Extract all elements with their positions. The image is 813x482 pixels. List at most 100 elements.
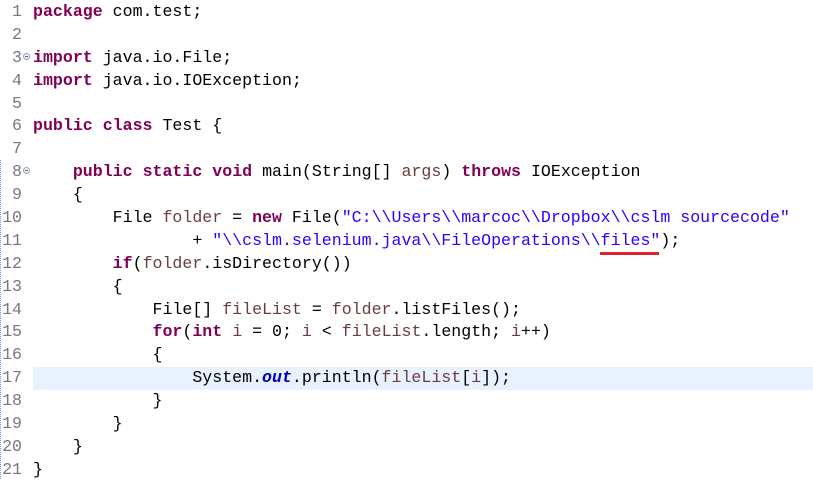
fold-collapse-icon[interactable] xyxy=(23,167,30,175)
line-number: 1 xyxy=(12,2,22,21)
token-var: args xyxy=(401,162,442,182)
code-line[interactable]: 20 } xyxy=(0,436,813,459)
line-number: 16 xyxy=(2,345,22,365)
code-line[interactable]: 10 File folder = new File("C:\\Users\\ma… xyxy=(0,207,813,230)
code-line[interactable]: 17 System.out.println(fileList[i]); xyxy=(0,367,813,391)
token-kw: public xyxy=(72,162,133,182)
code-text: public static void main(String[] args) t… xyxy=(33,161,813,184)
token-kw: static xyxy=(142,162,203,182)
token-plain: .listFiles(); xyxy=(391,299,521,319)
token-var: i xyxy=(301,322,312,342)
line-number: 7 xyxy=(12,139,22,159)
token-plain: } xyxy=(33,391,163,411)
token-var: folder xyxy=(331,299,392,319)
token-var: i xyxy=(511,322,522,342)
token-plain: } xyxy=(33,414,123,434)
line-number: 17 xyxy=(2,368,22,388)
token-plain: .println( xyxy=(291,368,382,388)
line-number: 15 xyxy=(2,322,22,342)
token-fld: out xyxy=(262,368,292,388)
code-text: package com.test; xyxy=(33,1,813,24)
token-plain: = xyxy=(301,299,332,319)
token-plain: IOException xyxy=(521,162,641,182)
token-var: i xyxy=(232,322,243,342)
token-kw: public xyxy=(33,116,93,136)
token-plain: java.io.File; xyxy=(92,47,233,67)
code-text: } xyxy=(33,390,813,413)
code-line[interactable]: 4 import java.io.IOException; xyxy=(0,70,813,93)
code-line[interactable]: 7 xyxy=(0,138,813,161)
token-plain: File[] xyxy=(33,299,223,319)
code-line[interactable]: 3 import java.io.File; xyxy=(0,47,813,70)
token-kw: import xyxy=(33,47,93,67)
code-text: } xyxy=(33,436,813,459)
code-editor[interactable]: 1 package com.test; 2 3 import java.io.File;… xyxy=(0,1,813,482)
line-number: 3 xyxy=(12,47,22,67)
code-line[interactable]: 8 public static void main(String[] args)… xyxy=(0,161,813,184)
token-kw: new xyxy=(252,208,282,228)
token-plain: ) xyxy=(441,162,462,182)
fold-collapse-icon[interactable] xyxy=(23,52,30,60)
token-var: fileList xyxy=(341,322,422,342)
code-line[interactable]: 18 } xyxy=(0,390,813,413)
code-line[interactable]: 6 public class Test { xyxy=(0,115,813,138)
code-line[interactable]: 11 + "\\cslm.selenium.java\\FileOperatio… xyxy=(0,230,813,253)
code-text: for(int i = 0; i < fileList.length; i++) xyxy=(33,321,813,344)
line-number: 18 xyxy=(2,391,22,411)
token-plain: ( xyxy=(182,322,193,342)
code-text: if(folder.isDirectory()) xyxy=(33,253,813,276)
code-line[interactable]: 5 xyxy=(0,93,813,116)
error-underline xyxy=(600,252,659,255)
line-number: 5 xyxy=(12,93,22,113)
token-plain: ++) xyxy=(521,322,551,342)
token-str: "C:\\Users\\marcoc\\Dropbox\\cslm source… xyxy=(341,208,790,228)
code-line[interactable]: 21} xyxy=(0,459,813,482)
code-line[interactable]: 16 { xyxy=(0,344,813,367)
code-line[interactable]: 13 { xyxy=(0,276,813,299)
token-plain: File xyxy=(33,208,163,228)
line-number: 2 xyxy=(12,24,22,44)
token-plain: + xyxy=(33,230,213,250)
token-plain: .isDirectory()) xyxy=(202,253,352,273)
code-text: } xyxy=(33,459,813,482)
token-plain: main(String[] xyxy=(252,162,402,182)
token-plain: java.io.IOException; xyxy=(92,70,302,90)
token-plain: } xyxy=(33,436,83,456)
line-number: 12 xyxy=(2,253,22,273)
token-plain: Test { xyxy=(152,116,223,136)
token-plain: ]); xyxy=(481,368,512,388)
token-plain: [ xyxy=(461,368,472,388)
token-str: "\\cslm.selenium.java\\FileOperations\\f… xyxy=(212,230,661,250)
code-line[interactable]: 9 { xyxy=(0,184,813,207)
token-var: folder xyxy=(142,253,203,273)
code-line[interactable]: 19 } xyxy=(0,413,813,436)
code-line[interactable]: 14 File[] fileList = folder.listFiles(); xyxy=(0,299,813,322)
token-plain: { xyxy=(33,185,83,205)
line-number: 21 xyxy=(2,459,22,479)
line-number: 9 xyxy=(12,185,22,205)
line-number: 4 xyxy=(12,70,22,90)
line-number: 11 xyxy=(2,230,22,250)
token-kw: package xyxy=(33,2,103,21)
code-text: { xyxy=(33,276,813,299)
code-line[interactable]: 1 package com.test; xyxy=(0,1,813,24)
token-var: folder xyxy=(162,208,223,228)
token-plain: ); xyxy=(660,230,681,250)
token-kw: for xyxy=(152,322,183,342)
line-number: 20 xyxy=(2,436,22,456)
code-text: File[] fileList = folder.listFiles(); xyxy=(33,299,813,322)
code-line[interactable]: 12 if(folder.isDirectory()) xyxy=(0,253,813,276)
token-plain: = 0; xyxy=(242,322,302,342)
token-kw: if xyxy=(112,253,133,273)
code-line[interactable]: 15 for(int i = 0; i < fileList.length; i… xyxy=(0,321,813,344)
code-text: import java.io.File; xyxy=(33,47,813,70)
code-line[interactable]: 2 xyxy=(0,24,813,47)
